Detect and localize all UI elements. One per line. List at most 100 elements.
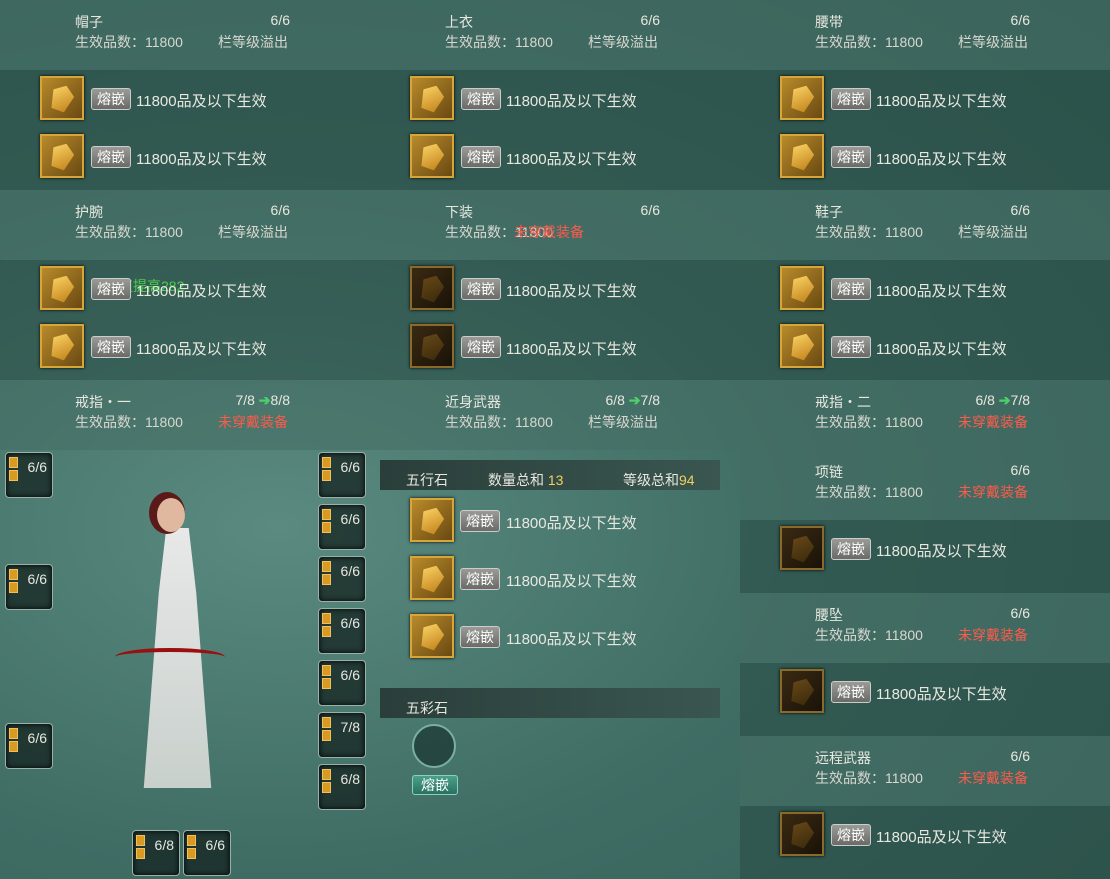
effective-grade: 生效品数：11800 — [75, 414, 183, 430]
panel-body: 熔嵌 11800品及以下生效 熔嵌 11800品及以下生效 — [740, 260, 1110, 380]
inlay-button[interactable]: 熔嵌 — [460, 568, 500, 590]
gem-mini-icon — [322, 665, 331, 676]
char-slot-left[interactable]: 6/6 — [5, 723, 53, 769]
gem-icon[interactable] — [780, 812, 824, 856]
inlay-button[interactable]: 熔嵌 — [461, 88, 501, 110]
gem-icon[interactable] — [410, 76, 454, 120]
gem-shape — [417, 330, 447, 362]
gem-icon[interactable] — [780, 526, 824, 570]
slot-name: 护腕 — [75, 204, 103, 220]
inlay-button[interactable]: 熔嵌 — [461, 278, 501, 300]
gem-icon[interactable] — [780, 669, 824, 713]
gem-icon[interactable] — [780, 134, 824, 178]
inlay-button[interactable]: 熔嵌 — [461, 336, 501, 358]
wuxing-gem-icon[interactable] — [410, 614, 454, 658]
slot-level: 6/6 — [205, 837, 225, 853]
inlay-button[interactable]: 熔嵌 — [831, 336, 871, 358]
count-current: 6/8 — [605, 392, 625, 408]
slot-name: 腰坠 — [815, 607, 843, 623]
gem-icon[interactable] — [410, 324, 454, 368]
count-current: 6/8 — [975, 392, 995, 408]
upgrade-arrow-icon: ➔ — [994, 392, 1011, 408]
character-head — [157, 498, 185, 532]
char-slot-bottom[interactable]: 6/6 — [183, 830, 231, 876]
slot-status: 栏等级溢出 — [588, 414, 658, 430]
inlay-button[interactable]: 熔嵌 — [461, 146, 501, 168]
gem-mini-icon — [322, 730, 331, 741]
equip-panel-header: 腰坠 6/6 生效品数：11800 未穿戴装备 — [740, 593, 1110, 663]
slot-level: 6/6 — [27, 459, 47, 475]
wucai-inlay-button[interactable]: 熔嵌 — [412, 775, 458, 795]
inlay-button[interactable]: 熔嵌 — [831, 538, 871, 560]
inlay-button[interactable]: 熔嵌 — [831, 146, 871, 168]
equip-panel-header: 戒指・一 7/8 ➔8/8 生效品数：11800 未穿戴装备 — [0, 380, 370, 450]
wuxing-level-label: 等级总和94 — [623, 472, 695, 488]
char-slot-right[interactable]: 6/6 — [318, 660, 366, 706]
wuxing-stone-panel: 五行石 数量总和 13 等级总和94 熔嵌 11800品及以下生效 熔嵌 11800品… — [380, 460, 720, 879]
gem-icon[interactable] — [780, 76, 824, 120]
char-slot-right[interactable]: 6/8 — [318, 764, 366, 810]
gem-icon[interactable] — [40, 134, 84, 178]
inlay-button[interactable]: 熔嵌 — [831, 824, 871, 846]
gem-icon[interactable] — [410, 134, 454, 178]
slot-status: 栏等级溢出 — [218, 34, 288, 50]
char-slot-right[interactable]: 6/6 — [318, 504, 366, 550]
gem-shape — [417, 82, 447, 114]
char-slot-right[interactable]: 7/8 — [318, 712, 366, 758]
effective-grade: 生效品数：11800 — [815, 770, 923, 786]
slot-level: 6/6 — [340, 563, 360, 579]
wucai-title: 五彩石 — [406, 700, 448, 716]
inlay-button[interactable]: 熔嵌 — [91, 146, 131, 168]
slot-name: 鞋子 — [815, 204, 843, 220]
gem-shape — [787, 818, 817, 850]
inlay-button[interactable]: 熔嵌 — [460, 510, 500, 532]
slot-name: 上衣 — [445, 14, 473, 30]
gem-shape — [417, 562, 447, 594]
inlay-button[interactable]: 熔嵌 — [831, 278, 871, 300]
gem-icon[interactable] — [780, 324, 824, 368]
gem-icon[interactable] — [40, 76, 84, 120]
slot-count: 6/6 — [1010, 202, 1030, 218]
slot-status: 未穿戴装备 — [958, 414, 1028, 430]
slot-level: 6/6 — [340, 667, 360, 683]
slot-name: 下装 — [445, 204, 473, 220]
equip-panel: 鞋子 6/6 生效品数：11800 栏等级溢出 熔嵌 11800品及以下生效 熔嵌 11800… — [740, 190, 1110, 380]
upgrade-arrow-icon: ➔ — [254, 392, 271, 408]
slot-level: 6/6 — [340, 459, 360, 475]
slot-level: 6/6 — [340, 615, 360, 631]
wuxing-gem-icon[interactable] — [410, 556, 454, 600]
gem-icon[interactable] — [410, 266, 454, 310]
equip-panel-header: 项链 6/6 生效品数：11800 未穿戴装备 — [740, 450, 1110, 520]
slot-level: 6/6 — [340, 511, 360, 527]
inlay-button[interactable]: 熔嵌 — [91, 278, 131, 300]
char-slot-bottom[interactable]: 6/8 — [132, 830, 180, 876]
slot-status: 未穿戴装备 — [514, 224, 584, 240]
gem-mini-icon — [187, 848, 196, 859]
char-slot-left[interactable]: 6/6 — [5, 564, 53, 610]
char-slot-right[interactable]: 6/6 — [318, 452, 366, 498]
panel-header: 腰带 6/6 生效品数：11800 栏等级溢出 — [740, 0, 1110, 70]
char-slot-right[interactable]: 6/6 — [318, 608, 366, 654]
effective-grade: 生效品数：11800 — [75, 34, 183, 50]
upgrade-arrow-icon: ➔ — [624, 392, 641, 408]
count-next: 7/8 — [1010, 392, 1030, 408]
wuxing-gem-icon[interactable] — [410, 498, 454, 542]
panel-header: 鞋子 6/6 生效品数：11800 栏等级溢出 — [740, 190, 1110, 260]
inlay-button[interactable]: 熔嵌 — [460, 626, 500, 648]
slot-count: 6/8 ➔7/8 — [605, 392, 660, 409]
gem-icon[interactable] — [780, 266, 824, 310]
count-next: 8/8 — [270, 392, 290, 408]
slot-count: 6/6 — [1010, 748, 1030, 764]
gem-shape — [417, 140, 447, 172]
wucai-stone-slot[interactable] — [412, 724, 456, 768]
inlay-button[interactable]: 熔嵌 — [91, 336, 131, 358]
char-slot-left[interactable]: 6/6 — [5, 452, 53, 498]
slot-count: 6/6 — [1010, 12, 1030, 28]
inlay-button[interactable]: 熔嵌 — [831, 681, 871, 703]
gem-mini-icon — [9, 728, 18, 739]
inlay-button[interactable]: 熔嵌 — [91, 88, 131, 110]
char-slot-right[interactable]: 6/6 — [318, 556, 366, 602]
inlay-button[interactable]: 熔嵌 — [831, 88, 871, 110]
gem-icon[interactable] — [40, 324, 84, 368]
gem-icon[interactable] — [40, 266, 84, 310]
